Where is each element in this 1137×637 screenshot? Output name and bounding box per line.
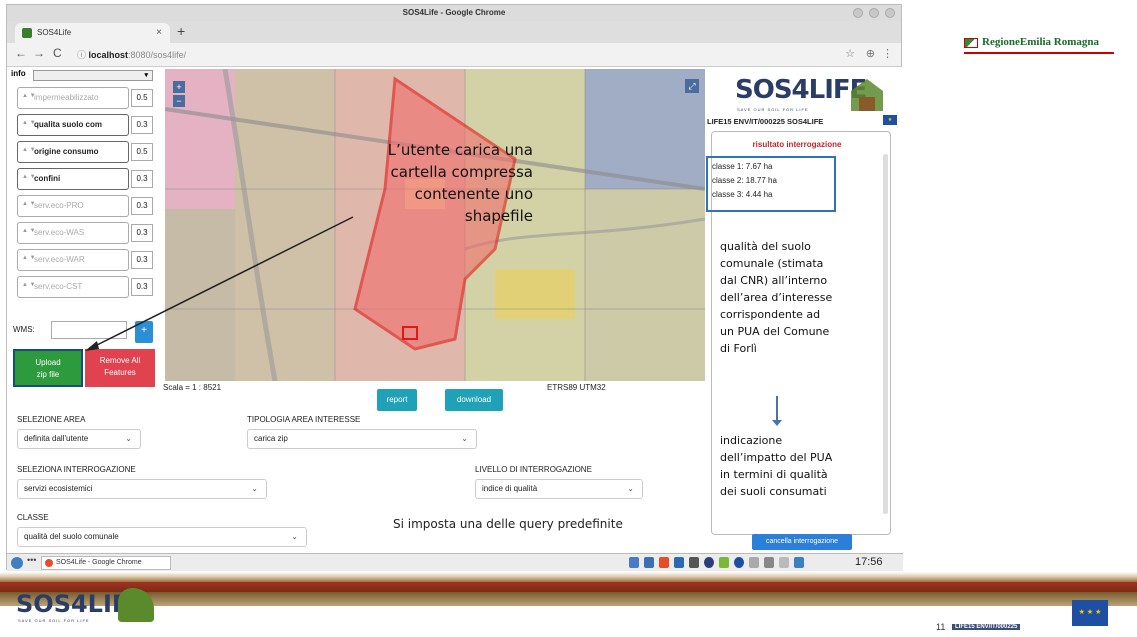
tipologia-label: TIPOLOGIA AREA INTERESSE	[247, 415, 361, 424]
selezione-area-select[interactable]: definita dall'utente ⌄	[17, 429, 141, 449]
browser-window: SOS4Life - Google Chrome SOS4Life × + ← …	[6, 4, 903, 571]
url-host: localhost	[88, 50, 129, 60]
annotation-soil-quality: qualità del suolo comunale (stimata dal …	[720, 240, 833, 355]
tray-lang-icon[interactable]	[764, 557, 774, 568]
footer-tagline: SAVE OUR SOIL FOR LIFE	[18, 618, 90, 623]
presentation-slide: SOS4Life - Google Chrome SOS4Life × + ← …	[0, 0, 1137, 637]
chevron-down-icon: ⌄	[125, 434, 132, 443]
bookmark-star-icon[interactable]: ☆	[845, 47, 855, 60]
tray-home-icon[interactable]	[794, 557, 804, 568]
forward-button[interactable]: →	[33, 46, 45, 60]
result-title: risultato interrogazione	[752, 140, 842, 149]
tray-globe-icon[interactable]	[734, 557, 744, 568]
tray-chrome-icon[interactable]	[659, 557, 669, 568]
taskbar-item-label: SOS4Life - Google Chrome	[56, 559, 142, 566]
tray-monitor-icon[interactable]	[689, 557, 699, 568]
taskbar-clock: 17:56	[855, 556, 883, 568]
site-info-icon[interactable]: ⓘ	[77, 50, 89, 60]
leaf-logo-icon	[851, 79, 883, 111]
class-result: classe 1: 7.67 ha	[712, 162, 773, 171]
tray-pen-icon[interactable]	[719, 557, 729, 568]
chrome-icon	[45, 559, 53, 567]
classe-select[interactable]: qualità del suolo comunale ⌄	[17, 527, 307, 547]
chevron-down-icon: ⌄	[251, 484, 258, 493]
address-bar[interactable]: ⓘ localhost:8080/sos4life/	[77, 46, 186, 64]
map-scale: Scala = 1 : 8521	[163, 383, 222, 392]
tray-volume-icon[interactable]	[779, 557, 789, 568]
selezione-area-value: definita dall'utente	[24, 434, 89, 443]
chevron-down-icon: ⌄	[461, 434, 468, 443]
livello-value: indice di qualità	[482, 484, 538, 493]
start-menu-icon[interactable]	[11, 557, 23, 569]
eu-flag-icon: ★	[883, 115, 897, 125]
taskbar-chrome-item[interactable]: SOS4Life - Google Chrome	[41, 556, 171, 570]
web-page: info ▾ ▲ ▼ impermeabilizzato 0.5 ▲ ▼ qualita…	[7, 67, 903, 553]
browser-toolbar: ← → C ⓘ localhost:8080/sos4life/ ☆ ⊕ ⋮	[7, 43, 901, 67]
minimize-button[interactable]	[853, 8, 863, 18]
chevron-down-icon: ⌄	[627, 484, 634, 493]
url-path: :8080/sos4life/	[128, 50, 187, 60]
tab-close-icon[interactable]: ×	[156, 23, 162, 43]
reload-button[interactable]: C	[53, 46, 62, 60]
results-panel: SOS4LIFE SAVE OUR SOIL FOR LIFE LIFE15 E…	[706, 69, 899, 553]
soil-band	[0, 592, 1137, 606]
window-title: SOS4Life - Google Chrome	[402, 8, 506, 17]
window-controls	[853, 8, 895, 18]
tray-battery-icon[interactable]	[749, 557, 759, 568]
cancel-query-button[interactable]: cancella interrogazione	[752, 534, 852, 550]
selezione-area-label: SELEZIONE AREA	[17, 415, 86, 424]
annotation-impact: indicazione dell’impatto del PUA in term…	[720, 434, 833, 498]
classe-value: qualità del suolo comunale	[24, 532, 119, 541]
eu-flag-icon: ★ ★ ★	[1072, 600, 1108, 626]
query-note: Si imposta una delle query predefinite	[393, 517, 623, 531]
project-code: LIFE15 ENV/IT/000225 SOS4LIFE	[707, 117, 824, 126]
result-box: risultato interrogazione classe 1: 7.67 …	[706, 131, 891, 550]
livello-select[interactable]: indice di qualità ⌄	[475, 479, 643, 499]
livello-label: LIVELLO DI INTERROGAZIONE	[475, 465, 592, 474]
class-result: classe 3: 4.44 ha	[712, 190, 773, 199]
tray-app-icon[interactable]	[674, 557, 684, 568]
taskbar-dots[interactable]: •••	[27, 555, 36, 565]
back-button[interactable]: ←	[15, 46, 27, 60]
tab-title: SOS4Life	[37, 28, 72, 37]
interrogazione-value: servizi ecosistemici	[24, 484, 93, 493]
page-number: 11	[936, 622, 946, 632]
regione-underline	[964, 52, 1114, 54]
down-arrow-head	[772, 420, 782, 426]
map-crs: ETRS89 UTM32	[547, 383, 606, 392]
tab-bar: SOS4Life × +	[7, 21, 901, 43]
interrogazione-select[interactable]: servizi ecosistemici ⌄	[17, 479, 267, 499]
classes-highlight: classe 1: 7.67 ha classe 2: 18.77 ha cla…	[706, 156, 836, 212]
tray-files-icon[interactable]	[629, 557, 639, 568]
logo-tagline: SAVE OUR SOIL FOR LIFE	[737, 107, 809, 112]
chevron-down-icon: ⌄	[291, 532, 298, 541]
system-tray	[629, 557, 804, 568]
close-window-button[interactable]	[885, 8, 895, 18]
regione-flag-icon	[964, 38, 978, 48]
regione-logo: RegioneEmilia Romagna	[982, 36, 1100, 48]
report-button[interactable]: report	[377, 389, 417, 411]
tray-docs-icon[interactable]	[644, 557, 654, 568]
tray-network-icon[interactable]	[704, 557, 714, 568]
extension-icon[interactable]: ⊕	[866, 47, 875, 60]
browser-tab[interactable]: SOS4Life ×	[15, 23, 170, 43]
class-result: classe 2: 18.77 ha	[712, 176, 777, 185]
maximize-button[interactable]	[869, 8, 879, 18]
footer-project-code: LIFE15 ENV/IT/000225	[952, 624, 1021, 630]
new-tab-button[interactable]: +	[177, 23, 185, 39]
classe-label: CLASSE	[17, 513, 49, 522]
favicon-icon	[22, 28, 32, 38]
download-button[interactable]: download	[445, 389, 503, 411]
browser-menu-icon[interactable]: ⋮	[882, 47, 893, 60]
tipologia-select[interactable]: carica zip ⌄	[247, 429, 477, 449]
taskbar: ••• SOS4Life - Google Chrome 17:56	[7, 553, 903, 571]
window-titlebar: SOS4Life - Google Chrome	[7, 5, 901, 21]
interrogazione-label: SELEZIONA INTERROGAZIONE	[17, 465, 136, 474]
tipologia-value: carica zip	[254, 434, 288, 443]
slide-footer: SOS4LIFE SAVE OUR SOIL FOR LIFE 11 LIFE1…	[0, 572, 1137, 637]
